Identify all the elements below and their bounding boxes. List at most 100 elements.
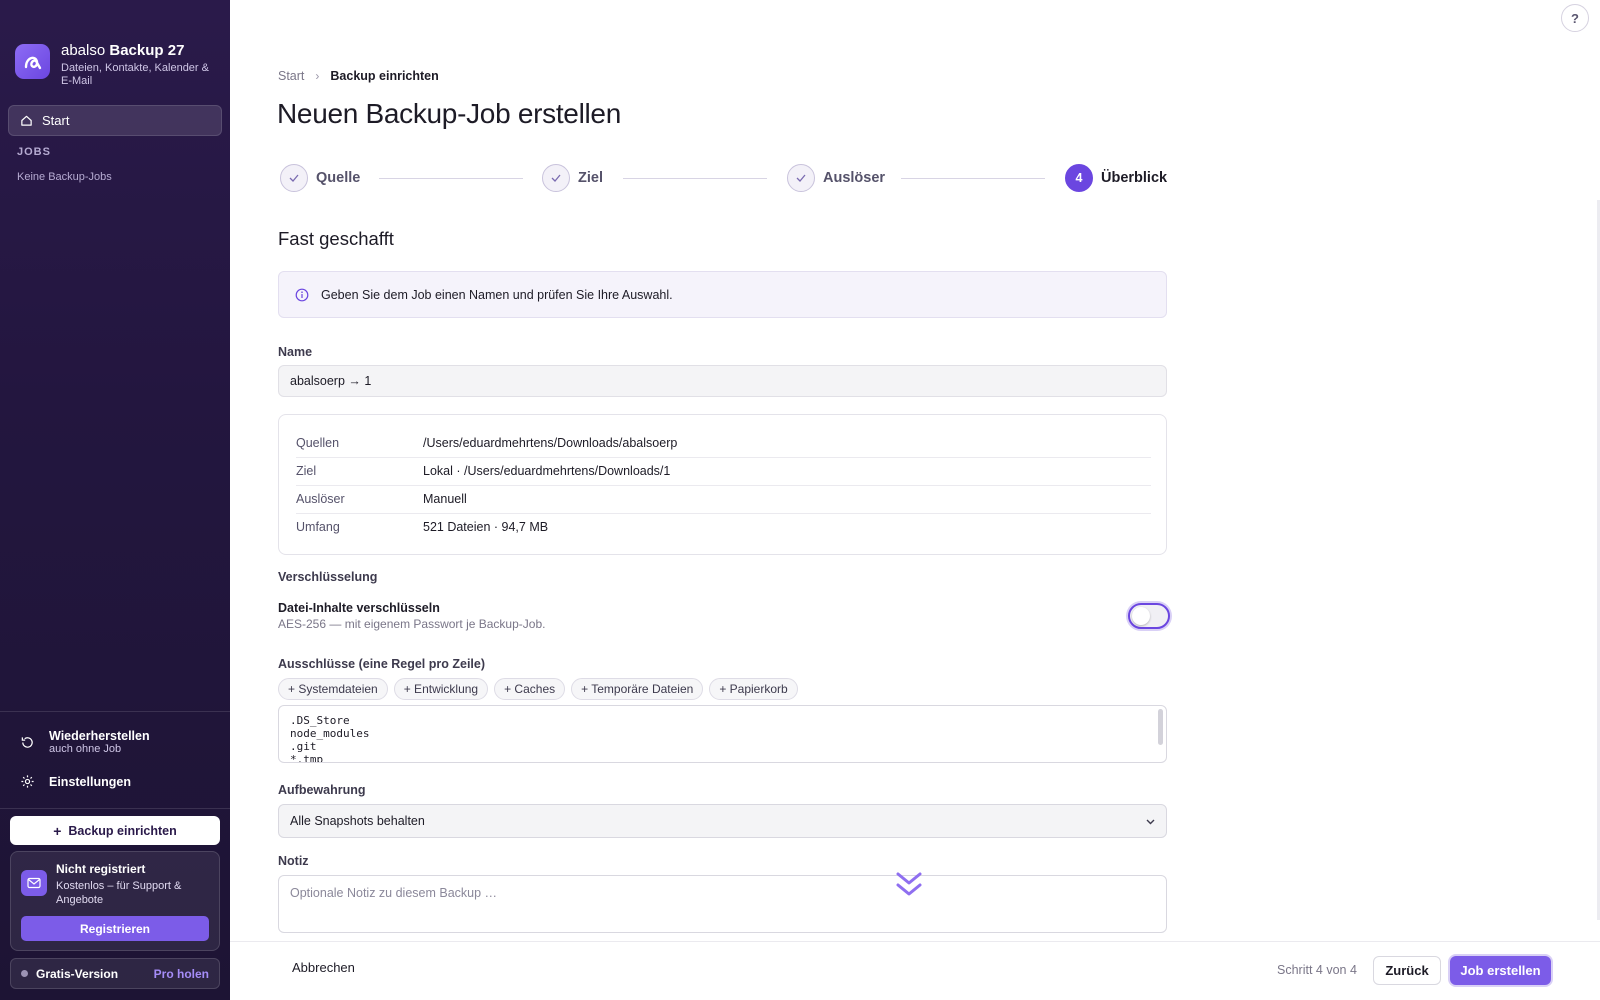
step-label: Quelle [316,170,361,186]
name-input[interactable]: abalsoerp → 1 [278,365,1167,397]
step-label: Überblick [1101,170,1168,186]
encryption-title: Datei-Inhalte verschlüsseln [278,601,440,615]
divider [0,711,230,712]
back-button[interactable]: Zurück [1373,956,1441,985]
section-title: Fast geschafft [278,228,394,249]
jobs-heading: JOBS [17,146,51,158]
summary-value: /Users/eduardmehrtens/Downloads/abalsoer… [423,436,678,450]
sidebar: abalso Backup 27 Dateien, Kontakte, Kale… [0,0,230,1000]
mail-icon [21,870,47,896]
sidebar-item-start[interactable]: Start [8,105,222,136]
sidebar-item-label: Start [42,113,70,128]
chip-caches[interactable]: + Caches [494,678,566,700]
textarea-scrollbar[interactable] [1158,709,1163,745]
step-connector [623,178,767,179]
chevron-down-icon [1146,819,1155,825]
chip-development[interactable]: + Entwicklung [393,678,489,700]
exclusion-line: *.tmp [290,753,324,763]
help-button[interactable]: ? [1561,4,1589,32]
chevron-right-icon: › [315,69,320,83]
encryption-heading: Verschlüsselung [278,570,378,584]
summary-row-trigger: Auslöser Manuell [296,485,1151,513]
step-trigger[interactable]: Auslöser [787,164,885,192]
create-job-button[interactable]: Job erstellen [1450,956,1551,985]
brand: abalso Backup 27 Dateien, Kontakte, Kale… [15,42,211,88]
breadcrumb: Start › Backup einrichten [278,69,439,83]
exclusion-presets: + Systemdateien + Entwicklung + Caches +… [278,678,804,700]
register-panel: Nicht registriert Kostenlos – für Suppor… [10,851,220,951]
stepper: Quelle Ziel Auslöser 4 Überblick [278,164,1167,194]
summary-key: Auslöser [296,492,345,506]
chip-system-files[interactable]: + Systemdateien [278,678,388,700]
plan-badge: Gratis-Version Pro holen [10,958,220,989]
divider [0,808,230,809]
note-textarea[interactable]: Optionale Notiz zu diesem Backup … [278,875,1167,933]
settings-label: Einstellungen [49,774,131,789]
home-icon [21,115,32,126]
setup-backup-label: Backup einrichten [68,823,177,838]
register-title: Nicht registriert [56,862,146,876]
summary-value: Lokal · /Users/eduardmehrtens/Downloads/… [423,464,671,478]
summary-key: Umfang [296,520,340,534]
breadcrumb-start[interactable]: Start [278,69,304,83]
restore-label: Wiederherstellen [49,729,150,743]
exclusions-textarea[interactable]: .DS_Store node_modules .git *.tmp [278,705,1167,763]
step-connector [901,178,1045,179]
status-dot [21,970,28,977]
app-title: abalso Backup 27 [61,42,185,59]
double-chevron-down-icon[interactable] [896,871,922,899]
summary-row-target: Ziel Lokal · /Users/eduardmehrtens/Downl… [296,457,1151,485]
summary-row-scope: Umfang 521 Dateien · 94,7 MB [296,513,1151,541]
info-text: Geben Sie dem Job einen Namen und prüfen… [321,287,673,302]
name-label: Name [278,345,313,359]
step-source[interactable]: Quelle [280,164,360,192]
step-overview[interactable]: 4 Überblick [1065,164,1167,192]
upgrade-link[interactable]: Pro holen [154,967,209,981]
step-indicator: Schritt 4 von 4 [1277,963,1357,977]
exclusions-label: Ausschlüsse (eine Regel pro Zeile) [278,657,486,671]
exclusion-line: .DS_Store [290,714,350,727]
summary-key: Ziel [296,464,317,478]
register-button[interactable]: Registrieren [21,916,209,941]
check-icon [787,164,815,192]
summary-key: Quellen [296,436,340,450]
summary-card: Quellen /Users/eduardmehrtens/Downloads/… [278,414,1167,555]
retention-select[interactable]: Alle Snapshots behalten [278,804,1167,838]
exclusion-line: node_modules [290,727,370,740]
chip-trash[interactable]: + Papierkorb [709,678,798,700]
check-icon [542,164,570,192]
note-label: Notiz [278,854,309,868]
retention-label: Aufbewahrung [278,783,366,797]
sidebar-item-restore[interactable]: Wiederherstellen auch ohne Job [20,729,150,755]
restore-icon [21,736,33,748]
encryption-subtitle: AES-256 — mit eigenem Passwort je Backup… [278,617,546,631]
chip-temp-files[interactable]: + Temporäre Dateien [571,678,704,700]
step-target[interactable]: Ziel [542,164,603,192]
summary-value: Manuell [423,492,467,506]
summary-value: 521 Dateien · 94,7 MB [423,520,549,534]
step-label: Ziel [578,170,603,186]
app-logo-icon [15,44,50,79]
encryption-toggle[interactable] [1128,603,1170,629]
retention-value: Alle Snapshots behalten [290,814,425,828]
app-subtitle: Dateien, Kontakte, Kalender & E-Mail [61,62,209,87]
step-number: 4 [1065,164,1093,192]
exclusion-line: .git [290,740,317,753]
step-label: Auslöser [823,170,886,186]
setup-backup-button[interactable]: + Backup einrichten [10,816,220,845]
restore-sub: auch ohne Job [49,743,122,755]
info-banner: Geben Sie dem Job einen Namen und prüfen… [278,271,1167,318]
toggle-knob [1132,607,1150,625]
sidebar-item-settings[interactable]: Einstellungen [20,774,131,789]
gear-icon [21,775,34,788]
jobs-empty-text: Keine Backup-Jobs [17,171,112,183]
plus-icon: + [53,822,62,839]
plan-label: Gratis-Version [36,966,119,981]
check-icon [280,164,308,192]
cancel-button[interactable]: Abbrechen [292,960,355,975]
step-connector [379,178,523,179]
footer-bar: Abbrechen Schritt 4 von 4 Zurück Job ers… [230,941,1600,1000]
summary-row-sources: Quellen /Users/eduardmehrtens/Downloads/… [296,429,1151,457]
register-subtitle: Kostenlos – für Support & Angebote [56,880,182,906]
page-title: Neuen Backup-Job erstellen [277,98,621,129]
